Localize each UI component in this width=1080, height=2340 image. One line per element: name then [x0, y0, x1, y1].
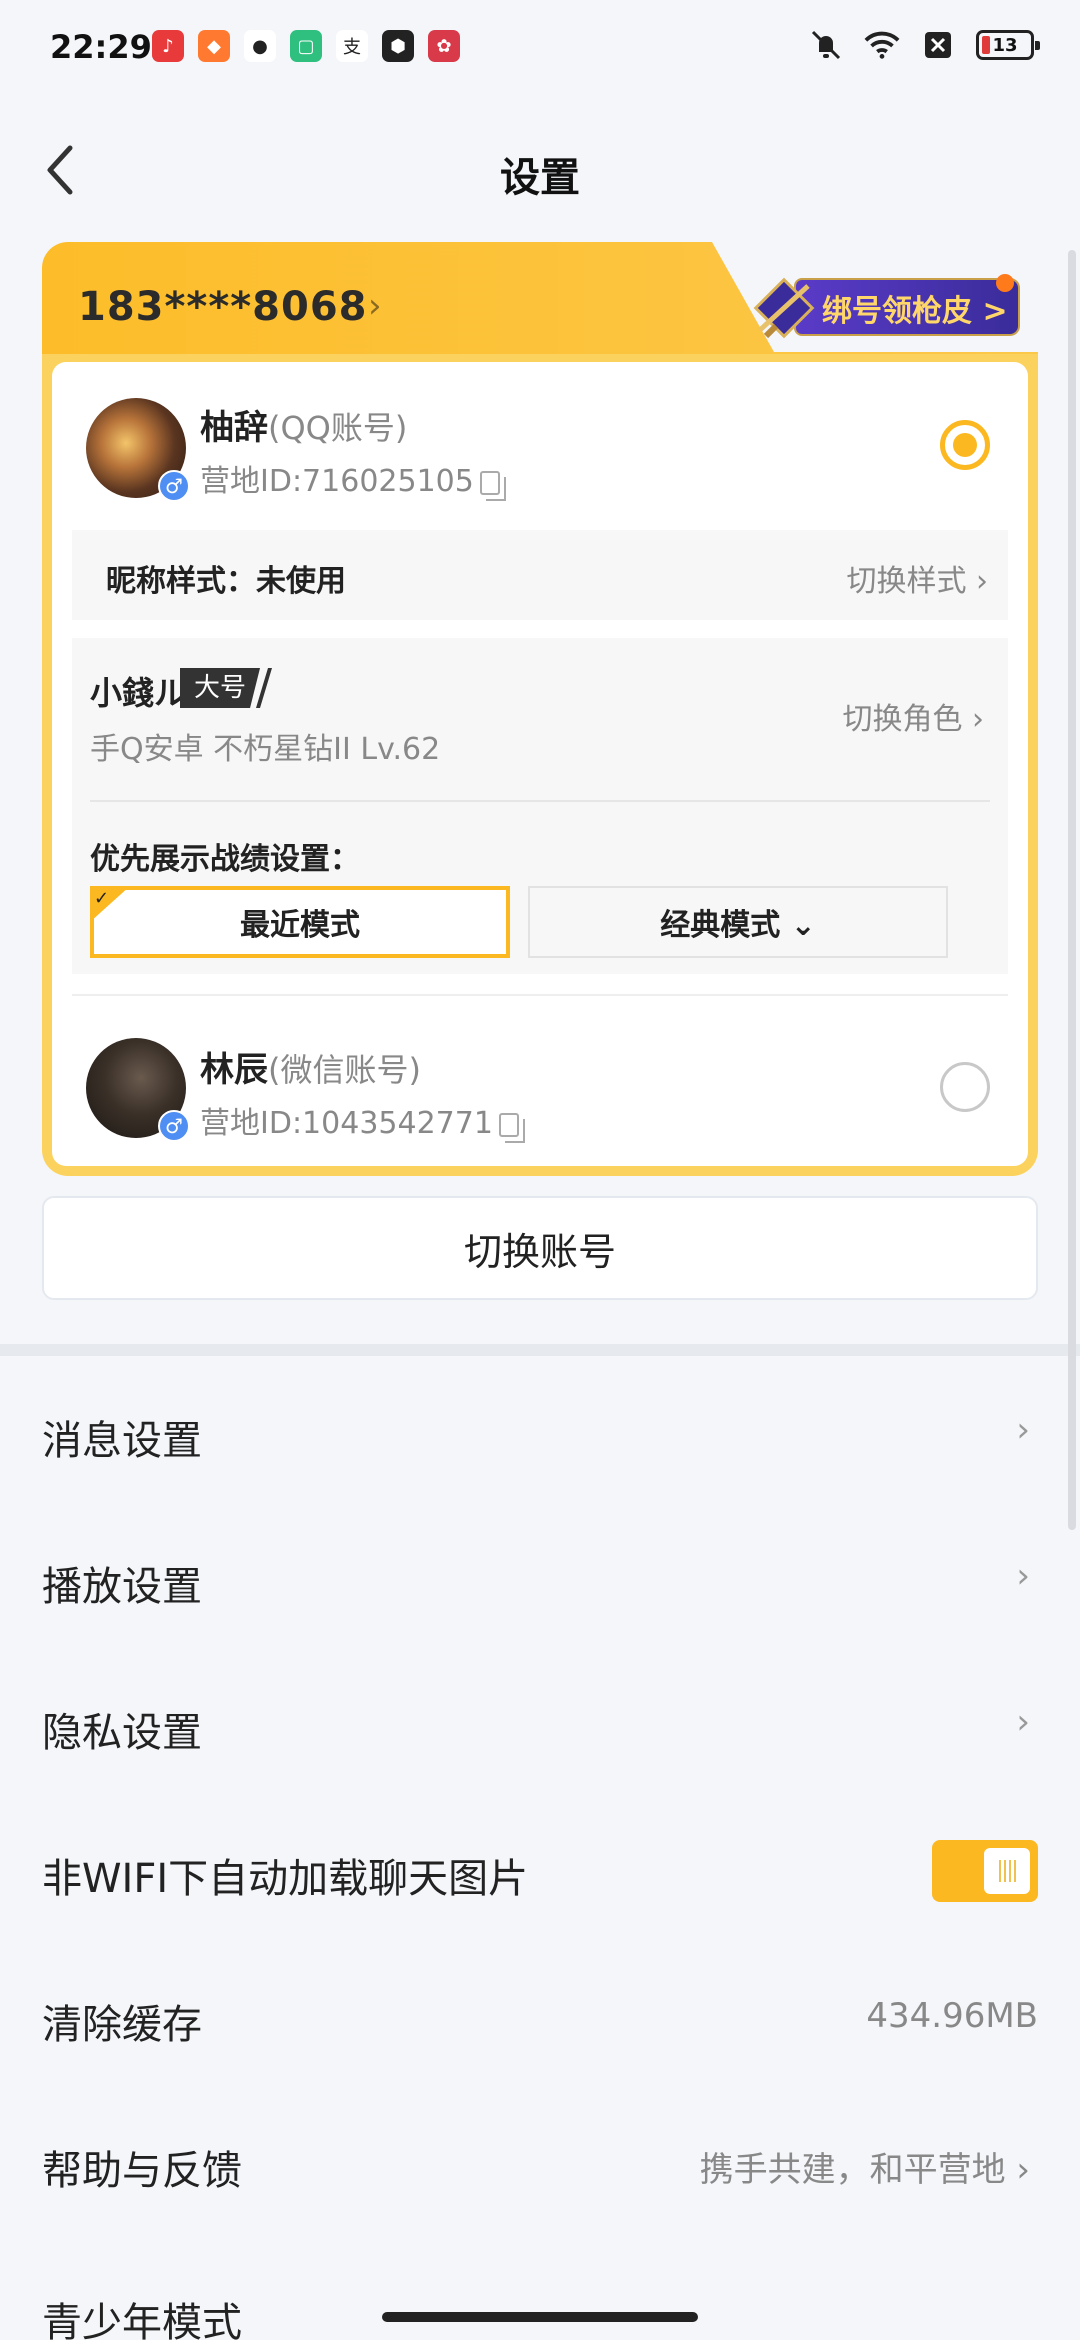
chevron-right-icon: ›	[1016, 1702, 1030, 1742]
phone-number[interactable]: 183****8068	[78, 284, 368, 330]
wifi-icon	[864, 28, 900, 62]
teen-mode-row[interactable]: 青少年模式	[42, 2290, 242, 2340]
camp-id: 营地ID:716025105	[200, 456, 506, 501]
help-feedback-value: 携手共建，和平营地 ›	[699, 2150, 1030, 2190]
recent-mode-button[interactable]: ✓ 最近模式	[90, 886, 510, 958]
wechat-app-icon: ●	[244, 30, 276, 62]
chevron-right-icon: ›	[368, 286, 382, 326]
music-app-icon: ♪	[152, 30, 184, 62]
account-radio-selected[interactable]	[940, 420, 990, 470]
classic-mode-dropdown[interactable]: 经典模式 ⌄	[528, 886, 948, 958]
cache-size: 434.96MB	[866, 1996, 1038, 2036]
game-app-icon: ◆	[198, 30, 230, 62]
help-feedback-row[interactable]: 帮助与反馈 携手共建，和平营地 ›	[0, 2090, 1080, 2236]
status-time: 22:29	[50, 28, 152, 66]
alipay-app-icon: 支	[336, 30, 368, 62]
mute-bell-icon	[808, 28, 844, 62]
male-gender-icon: ♂	[158, 1110, 190, 1142]
copy-icon[interactable]	[498, 1112, 525, 1143]
check-icon: ✓	[94, 888, 110, 909]
rifle-skin-icon	[753, 277, 815, 339]
gift-app-icon: ✿	[428, 30, 460, 62]
chevron-right-icon: ›	[1016, 1410, 1030, 1450]
bind-skin-badge[interactable]: 绑号领枪皮 >	[742, 266, 1022, 342]
privacy-settings-row[interactable]: 隐私设置 ›	[0, 1652, 1080, 1798]
status-bar: 22:29 ♪ ◆ ● ▢ 支 ⬢ ✿ 13	[0, 0, 1080, 96]
user-name: 柚辞(QQ账号)	[200, 408, 408, 448]
nickname-style-label: 昵称样式：未使用	[106, 564, 346, 599]
notification-dot	[996, 274, 1014, 292]
role-name: 小錢ル	[90, 674, 187, 712]
wallet-app-icon: ▢	[290, 30, 322, 62]
close-box-icon	[920, 28, 956, 62]
record-pref-label: 优先展示战绩设置：	[90, 842, 360, 877]
camp-id: 营地ID:1043542771	[200, 1098, 525, 1143]
copy-icon[interactable]	[479, 470, 506, 501]
home-indicator[interactable]	[382, 2312, 698, 2322]
message-settings-row[interactable]: 消息设置 ›	[0, 1360, 1080, 1506]
switch-style-link: 切换样式 ›	[846, 564, 988, 599]
toggle-knob	[984, 1848, 1030, 1894]
account-card: 183****8068 › 绑号领枪皮 > ♂ 柚辞(QQ账号) 营地ID:71…	[42, 242, 1042, 1176]
role-card: 小錢ル 大号 手Q安卓 不朽星钻II Lv.62 切换角色 › 优先展示战绩设置…	[72, 638, 1008, 974]
account-list: ♂ 柚辞(QQ账号) 营地ID:716025105 昵称样式：未使用 切换样式 …	[52, 362, 1028, 1166]
bind-skin-label: 绑号领枪皮 >	[822, 294, 1008, 329]
status-app-icons: ♪ ◆ ● ▢ 支 ⬢ ✿	[152, 30, 460, 62]
role-subtitle: 手Q安卓 不朽星钻II Lv.62	[90, 732, 441, 767]
page-title: 设置	[500, 155, 580, 201]
section-divider	[0, 1344, 1080, 1356]
switch-role-button[interactable]: 切换角色 ›	[842, 694, 984, 738]
role-tag: 大号	[180, 668, 260, 708]
playback-settings-row[interactable]: 播放设置 ›	[0, 1506, 1080, 1652]
shield-app-icon: ⬢	[382, 30, 414, 62]
male-gender-icon: ♂	[158, 470, 190, 502]
switch-account-button[interactable]: 切换账号	[42, 1196, 1038, 1300]
battery-level: 13	[992, 34, 1018, 56]
divider	[90, 800, 990, 802]
user-name: 林辰(微信账号)	[200, 1050, 421, 1090]
status-indicators: 13	[808, 28, 1040, 62]
account-radio-unselected[interactable]	[940, 1062, 990, 1112]
clear-cache-row[interactable]: 清除缓存 434.96MB	[0, 1944, 1080, 2090]
chevron-right-icon: ›	[1016, 1556, 1030, 1596]
scrollbar[interactable]	[1068, 250, 1076, 1530]
divider	[72, 994, 1008, 996]
auto-load-images-toggle[interactable]	[932, 1840, 1038, 1902]
auto-load-images-row: 非WIFI下自动加载聊天图片	[0, 1798, 1080, 1944]
nickname-style-row[interactable]: 昵称样式：未使用 切换样式 ›	[72, 530, 1008, 620]
battery-icon: 13	[976, 30, 1040, 60]
